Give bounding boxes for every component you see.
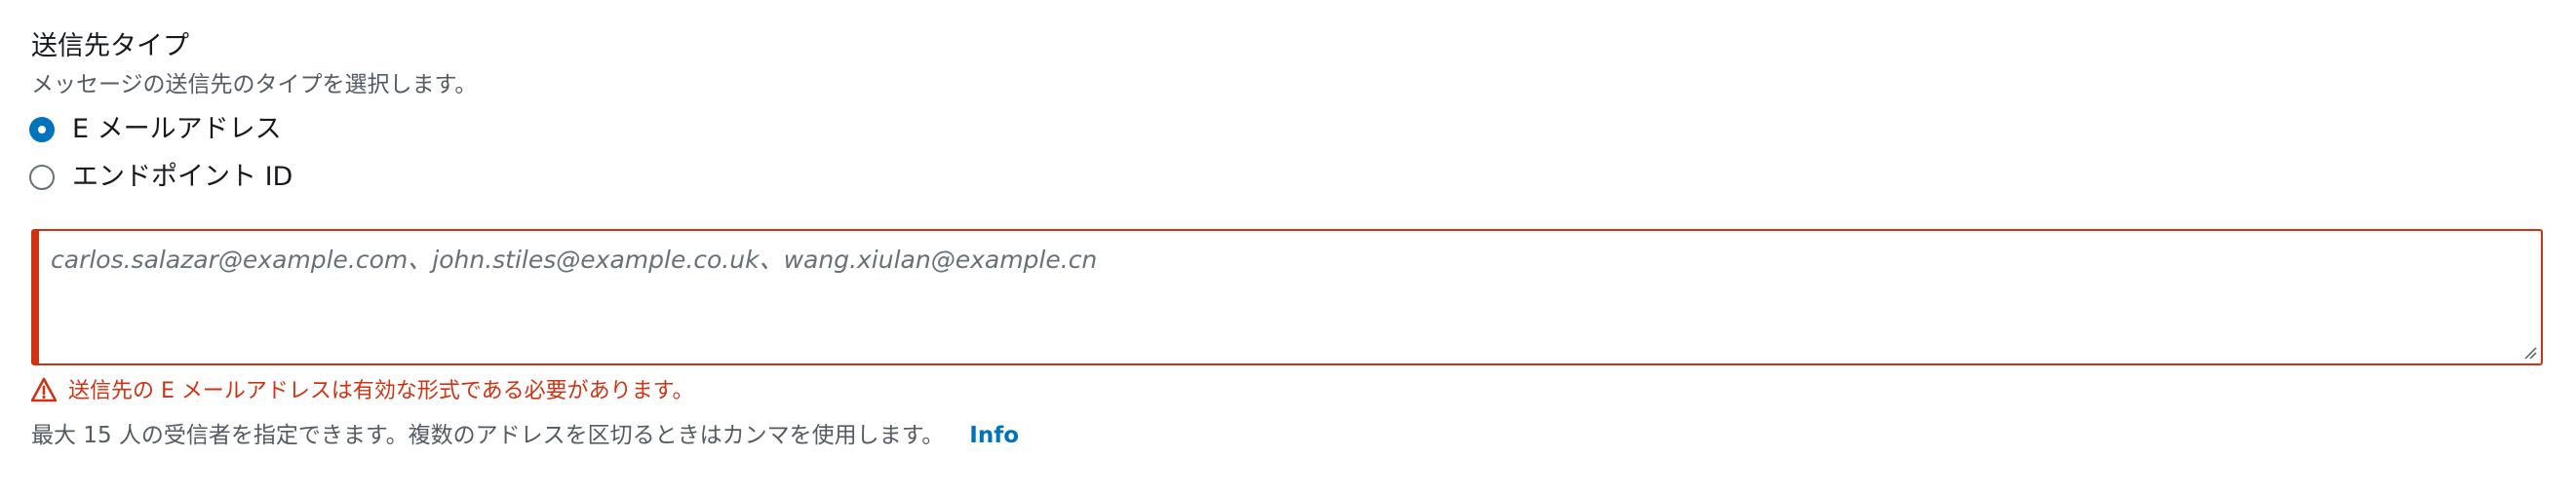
resize-grip-icon[interactable] (2521, 344, 2537, 360)
recipient-type-form: 送信先タイプ メッセージの送信先のタイプを選択します。 E メールアドレス エン… (0, 0, 2576, 495)
recipients-textarea[interactable] (39, 231, 2541, 363)
validation-error: 送信先の E メールアドレスは有効な形式である必要があります。 (30, 376, 694, 407)
radio-label-email: E メールアドレス (72, 114, 282, 144)
info-link[interactable]: Info (969, 419, 1019, 452)
field-label: 送信先タイプ (31, 31, 189, 61)
recipients-textarea-container (31, 229, 2543, 365)
radio-button-email[interactable] (29, 117, 55, 142)
radio-button-endpoint-id[interactable] (29, 165, 55, 190)
radio-option-email[interactable]: E メールアドレス (29, 110, 282, 149)
warning-icon (30, 377, 58, 406)
hint-text: 最大 15 人の受信者を指定できます。複数のアドレスを区切るときはカンマを使用し… (31, 423, 945, 448)
error-message: 送信先の E メールアドレスは有効な形式である必要があります。 (68, 379, 694, 403)
radio-label-endpoint-id: エンドポイント ID (72, 162, 293, 192)
constraint-hint: 最大 15 人の受信者を指定できます。複数のアドレスを区切るときはカンマを使用し… (31, 419, 1019, 452)
radio-option-endpoint-id[interactable]: エンドポイント ID (29, 158, 293, 197)
field-description: メッセージの送信先のタイプを選択します。 (31, 72, 478, 97)
